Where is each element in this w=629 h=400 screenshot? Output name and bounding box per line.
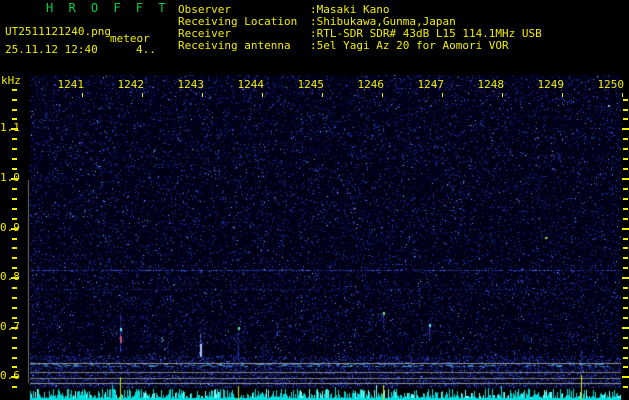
y-tick xyxy=(623,99,628,101)
y-tick xyxy=(623,138,628,140)
y-tick xyxy=(12,297,17,299)
y-tick xyxy=(12,168,17,170)
x-tick-label: 1244 xyxy=(237,78,265,91)
y-tick xyxy=(623,158,628,160)
y-tick xyxy=(12,366,17,368)
y-tick xyxy=(623,257,628,259)
y-tick xyxy=(622,128,629,130)
y-tick xyxy=(12,158,17,160)
y-tick xyxy=(623,287,628,289)
y-tick xyxy=(12,118,17,120)
y-tick xyxy=(12,357,17,359)
field-value-observer: :Masaki Kano xyxy=(310,3,390,16)
y-tick xyxy=(12,188,17,190)
y-tick xyxy=(12,218,17,220)
y-tick xyxy=(623,357,628,359)
filename-label: UT2511121240.png xyxy=(5,25,111,38)
y-tick xyxy=(12,238,17,240)
y-tick xyxy=(11,376,18,378)
field-label-antenna: Receiving antenna xyxy=(178,39,291,52)
field-value-receiver: :RTL-SDR SDR# 43dB L15 114.1MHz USB xyxy=(310,27,542,40)
x-tick-label: 1248 xyxy=(477,78,505,91)
x-tick-label: 1247 xyxy=(417,78,445,91)
y-tick xyxy=(623,386,628,388)
y-tick xyxy=(623,168,628,170)
y-tick xyxy=(623,118,628,120)
y-axis-unit-label: kHz xyxy=(1,74,21,87)
y-tick xyxy=(622,277,629,279)
y-tick xyxy=(623,297,628,299)
y-tick xyxy=(623,148,628,150)
x-tick xyxy=(142,93,143,97)
y-tick xyxy=(623,317,628,319)
datetime-suffix: 4.. xyxy=(136,43,156,56)
x-tick-label: 1246 xyxy=(357,78,385,91)
spectrogram-canvas xyxy=(0,0,629,400)
y-tick xyxy=(623,188,628,190)
field-value-location: :Shibukawa,Gunma,Japan xyxy=(310,15,456,28)
y-tick xyxy=(623,366,628,368)
field-label-receiver: Receiver xyxy=(178,27,231,40)
datetime-label: 25.11.12 12:40 xyxy=(5,43,98,56)
field-label-location: Receiving Location xyxy=(178,15,298,28)
y-tick xyxy=(12,208,17,210)
y-tick xyxy=(12,89,17,91)
x-tick xyxy=(82,93,83,97)
field-label-observer: Observer xyxy=(178,3,231,16)
x-tick xyxy=(442,93,443,97)
y-tick xyxy=(11,327,18,329)
y-tick xyxy=(12,148,17,150)
y-tick xyxy=(12,267,17,269)
y-tick xyxy=(622,178,629,180)
y-tick xyxy=(623,109,628,111)
y-tick xyxy=(11,277,18,279)
x-tick-label: 1249 xyxy=(537,78,565,91)
y-tick xyxy=(11,178,18,180)
y-tick xyxy=(12,99,17,101)
y-tick xyxy=(11,128,18,130)
y-tick xyxy=(622,228,629,230)
y-tick xyxy=(12,347,17,349)
y-tick xyxy=(11,228,18,230)
y-tick xyxy=(12,337,17,339)
y-tick xyxy=(623,267,628,269)
y-tick xyxy=(12,198,17,200)
y-tick xyxy=(623,238,628,240)
y-tick xyxy=(12,386,17,388)
x-tick-label: 1242 xyxy=(117,78,145,91)
x-tick xyxy=(622,93,623,97)
y-tick xyxy=(12,109,17,111)
app-title: H R O F F T xyxy=(46,1,170,15)
y-tick xyxy=(622,376,629,378)
y-tick xyxy=(12,307,17,309)
x-tick xyxy=(202,93,203,97)
y-tick xyxy=(623,347,628,349)
y-tick xyxy=(623,198,628,200)
x-tick xyxy=(262,93,263,97)
x-tick-label: 1241 xyxy=(57,78,85,91)
y-tick xyxy=(12,257,17,259)
x-tick xyxy=(382,93,383,97)
y-tick xyxy=(12,287,17,289)
field-value-antenna: :5el Yagi Az 20 for Aomori VOR xyxy=(310,39,509,52)
hrofft-screen: H R O F F T UT2511121240.png meteor 25.1… xyxy=(0,0,629,400)
y-tick xyxy=(12,138,17,140)
y-tick xyxy=(622,327,629,329)
y-tick xyxy=(623,337,628,339)
y-tick xyxy=(623,247,628,249)
x-tick-label: 1245 xyxy=(297,78,325,91)
y-tick xyxy=(12,317,17,319)
x-tick xyxy=(562,93,563,97)
y-tick xyxy=(623,307,628,309)
y-tick xyxy=(623,218,628,220)
x-tick xyxy=(502,93,503,97)
x-tick-label: 1250 xyxy=(597,78,625,91)
x-tick xyxy=(322,93,323,97)
y-tick xyxy=(12,247,17,249)
y-tick xyxy=(623,208,628,210)
x-tick-label: 1243 xyxy=(177,78,205,91)
